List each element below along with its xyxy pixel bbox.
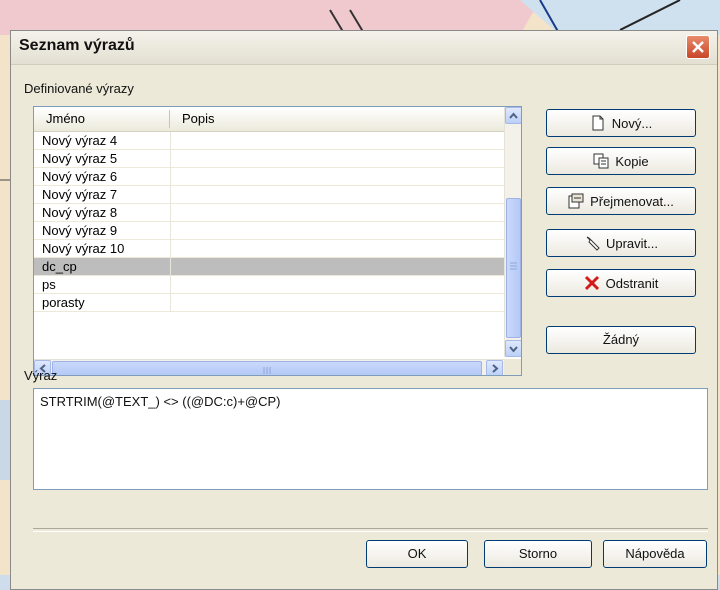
- expression-list-dialog: Seznam výrazů Definiované výrazy Jméno P…: [10, 30, 718, 590]
- rename-icon: [568, 193, 584, 209]
- list-rows: Nový výraz 4 Nový výraz 5 Nový výraz 6 N…: [34, 132, 504, 312]
- expression-label: Výraz: [24, 368, 58, 383]
- separator: [33, 528, 708, 532]
- grip-icon: [510, 262, 517, 270]
- rename-button[interactable]: Přejmenovat...: [546, 187, 696, 215]
- column-header-name[interactable]: Jméno: [46, 111, 85, 126]
- cancel-button[interactable]: Storno: [484, 540, 592, 568]
- dialog-title: Seznam výrazů: [19, 37, 135, 54]
- scroll-corner: [504, 359, 521, 375]
- list-item[interactable]: Nový výraz 7: [34, 186, 504, 204]
- vertical-scroll-thumb[interactable]: [506, 198, 521, 338]
- list-item[interactable]: Nový výraz 6: [34, 168, 504, 186]
- ok-button[interactable]: OK: [366, 540, 468, 568]
- item-name: Nový výraz 7: [42, 187, 118, 202]
- scroll-right-icon: [492, 364, 499, 373]
- scroll-down-button[interactable]: [505, 340, 521, 357]
- edit-button-label: Upravit...: [605, 235, 658, 251]
- expression-text: STRTRIM(@TEXT_) <> ((@DC:c)+@CP): [40, 394, 281, 409]
- delete-button[interactable]: Odstranit: [546, 269, 696, 297]
- new-button-label: Nový...: [611, 115, 653, 131]
- none-button-label: Žádný: [602, 332, 640, 347]
- edit-wrench-icon: [586, 236, 600, 251]
- help-button-label: Nápověda: [625, 546, 685, 561]
- ok-button-label: OK: [407, 546, 427, 561]
- item-name: ps: [42, 277, 56, 292]
- vertical-scrollbar[interactable]: [504, 107, 521, 357]
- list-item[interactable]: Nový výraz 9: [34, 222, 504, 240]
- list-item[interactable]: Nový výraz 5: [34, 150, 504, 168]
- horizontal-scrollbar[interactable]: [34, 359, 504, 375]
- list-item[interactable]: Nový výraz 8: [34, 204, 504, 222]
- item-name: porasty: [42, 295, 85, 310]
- item-name: Nový výraz 4: [42, 133, 118, 148]
- list-item[interactable]: Nový výraz 4: [34, 132, 504, 150]
- cancel-button-label: Storno: [518, 546, 558, 561]
- scroll-right-button[interactable]: [486, 360, 503, 375]
- copy-button-label: Kopie: [615, 153, 649, 169]
- defined-expressions-label: Definiované výrazy: [24, 81, 134, 96]
- close-icon: [692, 41, 704, 53]
- item-name: Nový výraz 5: [42, 151, 118, 166]
- item-name: Nový výraz 6: [42, 169, 118, 184]
- delete-button-label: Odstranit: [605, 275, 659, 291]
- delete-x-icon: [584, 275, 599, 291]
- scroll-up-icon: [509, 112, 518, 119]
- none-button[interactable]: Žádný: [546, 326, 696, 354]
- item-name: Nový výraz 8: [42, 205, 118, 220]
- column-separator[interactable]: [169, 110, 170, 128]
- new-button[interactable]: Nový...: [546, 109, 696, 137]
- rename-button-label: Přejmenovat...: [590, 193, 674, 209]
- copy-icon: [593, 153, 609, 169]
- item-name: Nový výraz 10: [42, 241, 125, 256]
- column-header-description[interactable]: Popis: [182, 111, 215, 126]
- grip-icon: [263, 367, 271, 374]
- expression-textarea[interactable]: STRTRIM(@TEXT_) <> ((@DC:c)+@CP): [33, 388, 708, 490]
- list-item[interactable]: porasty: [34, 294, 504, 312]
- new-document-icon: [592, 115, 604, 131]
- expression-list[interactable]: Jméno Popis Nový výraz 4 Nový výraz 5 No…: [33, 106, 522, 376]
- scroll-down-icon: [509, 346, 518, 353]
- copy-button[interactable]: Kopie: [546, 147, 696, 175]
- list-header: Jméno Popis: [34, 107, 504, 132]
- scroll-up-button[interactable]: [505, 107, 521, 124]
- title-bar: Seznam výrazů: [11, 31, 717, 65]
- help-button[interactable]: Nápověda: [603, 540, 707, 568]
- item-name: Nový výraz 9: [42, 223, 118, 238]
- item-name: dc_cp: [42, 259, 77, 274]
- close-button[interactable]: [686, 35, 710, 59]
- list-item[interactable]: ps: [34, 276, 504, 294]
- list-item[interactable]: Nový výraz 10: [34, 240, 504, 258]
- list-item-selected[interactable]: dc_cp: [34, 258, 504, 276]
- edit-button[interactable]: Upravit...: [546, 229, 696, 257]
- horizontal-scroll-thumb[interactable]: [52, 361, 482, 375]
